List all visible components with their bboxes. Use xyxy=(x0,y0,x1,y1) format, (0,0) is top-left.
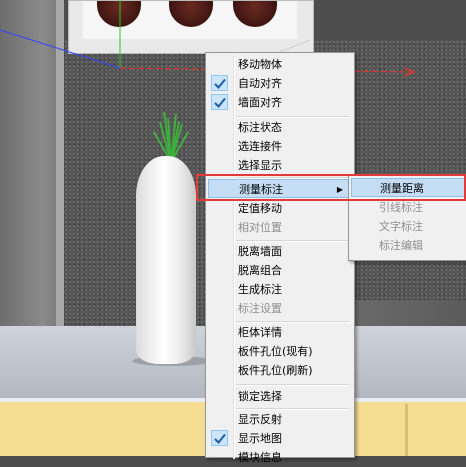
menu-item-relative-position[interactable]: 相对位置 xyxy=(208,218,352,237)
menu-item-label: 生成标注 xyxy=(238,283,282,296)
menu-item-panel-holes-existing[interactable]: 板件孔位(现有) xyxy=(208,342,352,361)
menu-item-select-connectors[interactable]: 选连接件 xyxy=(208,137,352,156)
checkmark-icon xyxy=(211,94,228,110)
menu-item-detach-wall[interactable]: 脱离墙面 xyxy=(208,242,352,261)
menu-item-label: 板件孔位(现有) xyxy=(238,345,313,358)
menu-item-move-object[interactable]: 移动物体 xyxy=(208,55,352,74)
context-menu: 移动物体 自动对齐 墙面对齐 标注状态 选连接件 选择显示 测量标注 ▶ 定值移动… xyxy=(205,52,355,464)
submenu-item-label: 文字标注 xyxy=(379,220,423,233)
checkmark-icon xyxy=(211,75,228,91)
checkmark-icon xyxy=(211,430,228,446)
menu-item-panel-holes-refresh[interactable]: 板件孔位(刷新) xyxy=(208,361,352,380)
menu-item-label: 脱离墙面 xyxy=(238,245,282,258)
menu-item-lock-selection[interactable]: 锁定选择 xyxy=(208,387,352,406)
menu-item-show-reflection[interactable]: 显示反射 xyxy=(208,410,352,429)
menu-item-cabinet-details[interactable]: 柜体详情 xyxy=(208,323,352,342)
submenu-item-edit-annotation[interactable]: 标注编辑 xyxy=(351,236,465,255)
menu-item-label: 移动物体 xyxy=(238,58,282,71)
menu-item-auto-align[interactable]: 自动对齐 xyxy=(208,74,352,93)
menu-item-label: 墙面对齐 xyxy=(238,96,282,109)
panel-divider xyxy=(405,404,408,456)
menu-separator xyxy=(236,384,350,386)
menu-item-label: 锁定选择 xyxy=(238,390,282,403)
menu-item-show-map[interactable]: 显示地图 xyxy=(208,429,352,448)
submenu-item-label: 标注编辑 xyxy=(379,239,423,252)
menu-item-label: 显示地图 xyxy=(238,432,282,445)
menu-item-annotation-status[interactable]: 标注状态 xyxy=(208,118,352,137)
menu-item-selection-display[interactable]: 选择显示 xyxy=(208,156,352,175)
submenu-item-text-annotation[interactable]: 文字标注 xyxy=(351,217,465,236)
white-vase[interactable] xyxy=(136,156,196,364)
menu-item-generate-annotation[interactable]: 生成标注 xyxy=(208,280,352,299)
menu-item-label: 自动对齐 xyxy=(238,77,282,90)
menu-item-label: 选连接件 xyxy=(238,140,282,153)
menu-item-label: 标注状态 xyxy=(238,121,282,134)
menu-item-label: 模块信息 xyxy=(238,451,282,464)
menu-item-label: 相对位置 xyxy=(238,221,282,234)
menu-item-label: 定值移动 xyxy=(238,202,282,215)
menu-item-fixed-move[interactable]: 定值移动 xyxy=(208,199,352,218)
menu-item-label: 脱离组合 xyxy=(238,264,282,277)
highlight-annotation-box xyxy=(196,174,466,201)
menu-item-label: 柜体详情 xyxy=(238,326,282,339)
menu-item-detach-group[interactable]: 脱离组合 xyxy=(208,261,352,280)
menu-item-annotation-settings[interactable]: 标注设置 xyxy=(208,299,352,318)
menu-item-label: 显示反射 xyxy=(238,413,282,426)
menu-item-module-info[interactable]: 模块信息 xyxy=(208,448,352,467)
menu-item-label: 板件孔位(刷新) xyxy=(238,364,313,377)
grass-plant xyxy=(153,111,189,162)
z-axis-line xyxy=(0,29,121,69)
menu-item-label: 标注设置 xyxy=(238,302,282,315)
menu-item-label: 选择显示 xyxy=(238,159,282,172)
menu-item-wall-align[interactable]: 墙面对齐 xyxy=(208,93,352,112)
